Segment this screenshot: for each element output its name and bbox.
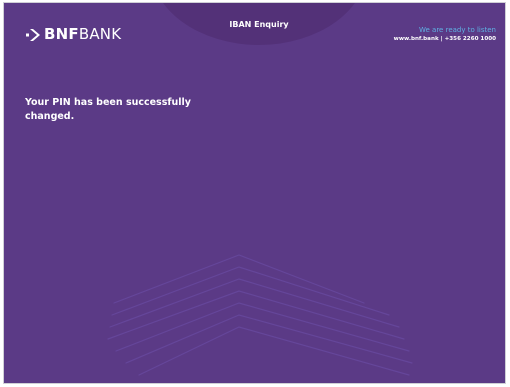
logo-text-bnf: BNF (44, 25, 79, 43)
logo-text-bank: BANK (78, 25, 122, 43)
screen-title: IBAN Enquiry (229, 20, 289, 29)
bnf-chevron-logo-icon (26, 28, 40, 41)
bnf-bank-logo: BNF BANK (26, 27, 121, 42)
chevron-line-pattern (107, 254, 413, 376)
contact-info: www.bnf.bank | +356 2260 1000 (393, 36, 496, 42)
contact-slogan: We are ready to listen (419, 26, 496, 34)
atm-screen: BNF BANK IBAN Enquiry We are ready to li… (3, 2, 506, 384)
contact-block: We are ready to listen www.bnf.bank | +3… (394, 26, 496, 44)
pin-change-success-message: Your PIN has been successfully changed. (25, 97, 191, 122)
